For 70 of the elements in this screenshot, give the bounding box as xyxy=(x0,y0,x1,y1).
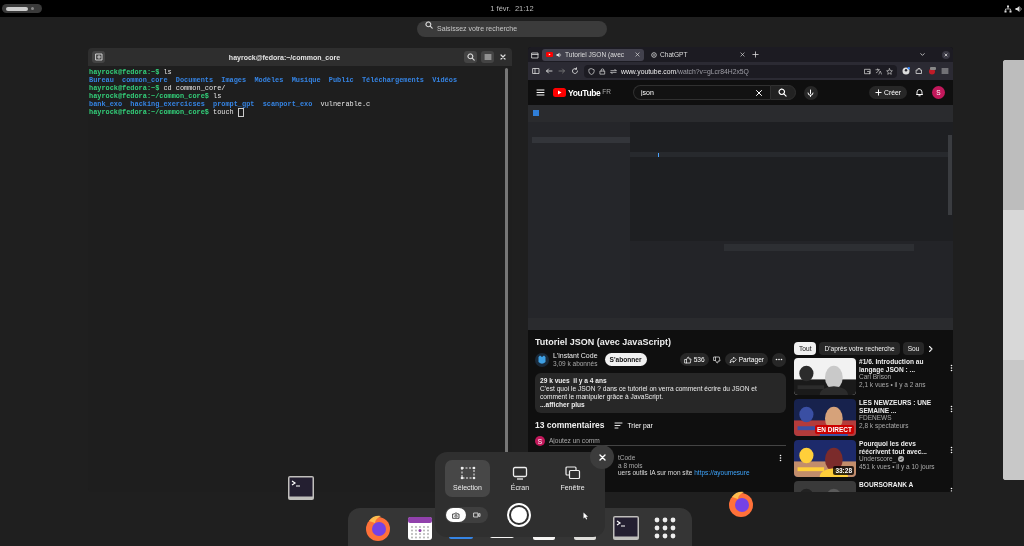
speaker-icon xyxy=(556,51,562,58)
sort-icon xyxy=(614,421,624,429)
reload-icon[interactable] xyxy=(571,67,579,75)
youtube-logo-icon xyxy=(553,87,566,97)
new-tab-icon xyxy=(94,53,103,61)
addon-icon[interactable] xyxy=(928,67,936,75)
clear-icon[interactable] xyxy=(754,88,763,97)
monitor-icon xyxy=(512,466,528,480)
new-tab-button[interactable] xyxy=(92,51,105,63)
channel-avatar-icon[interactable] xyxy=(535,352,549,367)
picture-in-picture-icon[interactable] xyxy=(864,67,871,75)
more-icon[interactable] xyxy=(950,405,953,413)
youtube-icon xyxy=(546,52,553,57)
search-icon xyxy=(466,53,475,61)
bookmark-star-icon[interactable] xyxy=(886,67,893,75)
plus-icon xyxy=(875,89,882,96)
tab-list-icon[interactable] xyxy=(531,50,539,59)
sidebar-icon[interactable] xyxy=(532,67,540,75)
search-button[interactable] xyxy=(464,51,477,63)
video-title: Tutoriel JSON (avec JavaScript) xyxy=(535,337,672,347)
windows-icon xyxy=(564,466,581,480)
close-icon[interactable] xyxy=(635,52,640,57)
search-icon xyxy=(778,88,788,97)
terminal-icon[interactable] xyxy=(612,514,641,542)
chevron-right-icon[interactable] xyxy=(927,344,935,353)
terminal-icon[interactable] xyxy=(287,474,315,502)
browser-window[interactable] xyxy=(528,47,953,492)
extensions-icon[interactable] xyxy=(915,67,923,75)
thumbs-down-icon[interactable] xyxy=(712,355,721,364)
screenshot-toggle[interactable] xyxy=(446,508,466,522)
app-grid-icon[interactable] xyxy=(653,516,678,540)
chatgpt-icon xyxy=(651,51,657,58)
close-icon[interactable] xyxy=(498,52,508,62)
more-icon xyxy=(775,358,783,361)
video-camera-icon xyxy=(473,512,481,518)
bell-icon[interactable] xyxy=(915,88,924,97)
selection-icon xyxy=(459,466,476,480)
thumbs-up-icon xyxy=(683,355,692,364)
comment-count: 13 commentaires xyxy=(535,420,605,430)
new-tab-icon[interactable] xyxy=(752,51,759,58)
back-icon[interactable] xyxy=(545,67,553,75)
account-icon[interactable] xyxy=(902,67,910,75)
microphone-button[interactable] xyxy=(803,85,818,100)
lock-icon xyxy=(599,67,606,75)
microphone-icon xyxy=(807,88,815,97)
network-icon[interactable] xyxy=(1004,4,1012,13)
menu-button[interactable] xyxy=(481,51,494,63)
camera-icon xyxy=(452,511,460,519)
more-icon[interactable] xyxy=(950,364,953,372)
youtube-logo[interactable]: YouTube xyxy=(568,87,601,98)
more-icon[interactable] xyxy=(779,454,782,462)
pointer-icon[interactable] xyxy=(583,512,589,520)
chevron-down-icon[interactable] xyxy=(919,51,926,58)
search-button[interactable] xyxy=(769,85,796,100)
volume-icon[interactable] xyxy=(1015,4,1022,13)
close-icon xyxy=(597,452,607,462)
more-icon[interactable] xyxy=(950,446,953,454)
firefox-icon[interactable] xyxy=(726,489,756,519)
more-button[interactable] xyxy=(772,352,786,367)
calendar-icon[interactable] xyxy=(405,514,434,542)
permissions-icon xyxy=(610,67,617,75)
translate-icon[interactable] xyxy=(875,67,882,75)
close-icon[interactable] xyxy=(740,52,745,57)
close-icon[interactable] xyxy=(942,50,950,59)
menu-icon xyxy=(483,53,492,61)
workspace-indicator[interactable] xyxy=(2,4,42,13)
share-icon xyxy=(728,355,737,364)
shield-icon xyxy=(588,67,595,75)
capture-button[interactable] xyxy=(507,503,531,527)
search-icon xyxy=(425,21,433,29)
